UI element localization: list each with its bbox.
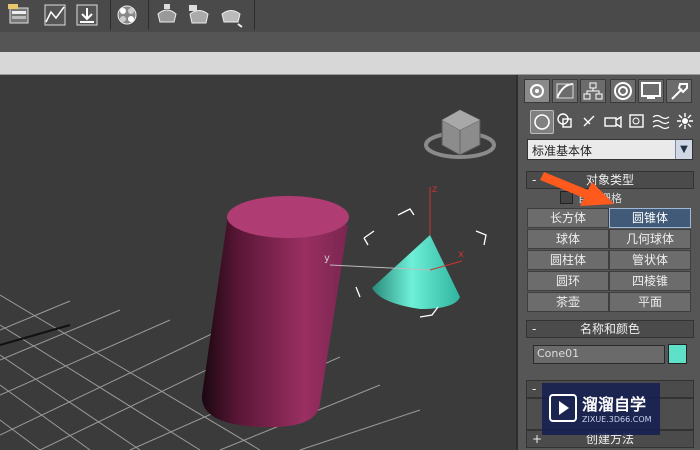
watermark-icon	[549, 394, 577, 422]
create-tab[interactable]	[524, 79, 550, 103]
dropdown-value: 标准基本体	[532, 144, 593, 158]
motion-tab[interactable]	[610, 79, 636, 103]
cylinder-object[interactable]	[201, 196, 349, 428]
main-toolbar	[0, 0, 700, 33]
shapes-subtab-icon[interactable]	[554, 110, 576, 132]
teapot-button[interactable]: 茶壶	[527, 292, 609, 312]
object-color-swatch[interactable]	[668, 344, 687, 364]
secondary-toolbar	[0, 32, 700, 52]
name-color-rollout-header[interactable]: - 名称和颜色	[526, 320, 694, 338]
cameras-subtab-icon[interactable]	[602, 110, 624, 132]
helpers-subtab-icon[interactable]	[626, 110, 648, 132]
pyramid-button[interactable]: 四棱锥	[609, 271, 691, 291]
torus-button[interactable]: 圆环	[527, 271, 609, 291]
hierarchy-tab[interactable]	[580, 79, 606, 103]
z-axis-label: z	[432, 184, 437, 195]
modify-tab[interactable]	[552, 79, 578, 103]
perspective-viewport[interactable]: z y x	[0, 75, 516, 450]
sphere-button[interactable]: 球体	[527, 229, 609, 249]
cone-object[interactable]: z y x	[324, 184, 487, 318]
rendered-frame-icon[interactable]	[186, 2, 212, 28]
schematic-view-icon[interactable]	[74, 2, 100, 28]
watermark-logo: 溜溜自学 ZIXUE.3D66.COM	[542, 383, 660, 435]
x-axis-label: x	[458, 249, 464, 260]
curve-editor-icon[interactable]	[42, 2, 68, 28]
tube-button[interactable]: 管状体	[609, 250, 691, 270]
name-color-title: 名称和颜色	[579, 322, 640, 336]
viewcube[interactable]	[424, 109, 496, 159]
chevron-down-icon[interactable]: ▼	[675, 140, 692, 159]
tutorial-pointer-arrow	[540, 172, 614, 206]
lights-subtab-icon[interactable]	[578, 110, 600, 132]
viewport-scene: z y x	[0, 109, 496, 450]
object-category-dropdown[interactable]: 标准基本体 ▼	[527, 139, 693, 160]
geometry-subtab-icon[interactable]	[530, 110, 554, 134]
ribbon-bar	[0, 52, 700, 75]
collapse-icon[interactable]: -	[532, 381, 536, 397]
toolbar-group-2	[110, 0, 149, 30]
layer-manager-icon[interactable]	[6, 2, 32, 28]
toolbar-group-3	[148, 0, 255, 30]
geosphere-button[interactable]: 几何球体	[609, 229, 691, 249]
y-axis-label: y	[324, 253, 330, 264]
space-warps-subtab-icon[interactable]	[650, 110, 672, 132]
render-setup-icon[interactable]	[154, 2, 180, 28]
render-icon[interactable]	[218, 2, 244, 28]
material-editor-icon[interactable]	[114, 2, 140, 28]
tutorial-arrow	[460, 245, 488, 251]
object-name-field[interactable]: Cone01	[533, 345, 665, 364]
watermark-url: ZIXUE.3D66.COM	[582, 415, 652, 424]
display-tab[interactable]	[638, 79, 664, 103]
toolbar-group-1	[0, 0, 111, 30]
watermark-title: 溜溜自学	[582, 395, 647, 414]
plane-button[interactable]: 平面	[609, 292, 691, 312]
utilities-tab[interactable]	[666, 79, 692, 103]
systems-subtab-icon[interactable]	[674, 110, 696, 132]
cylinder-button[interactable]: 圆柱体	[527, 250, 609, 270]
